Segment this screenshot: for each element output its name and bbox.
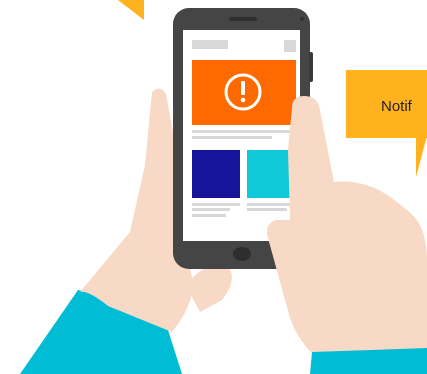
text-placeholder-line <box>247 208 287 211</box>
screen-header-bar <box>192 40 228 49</box>
left-thumb <box>186 264 232 312</box>
text-placeholder-line <box>247 203 296 206</box>
right-sleeve <box>310 348 427 374</box>
phone-side-button <box>309 52 313 82</box>
notification-speech-bubble <box>346 70 427 177</box>
speech-bubble-tail <box>416 136 427 177</box>
text-placeholder-line <box>192 203 240 206</box>
screen-menu-square <box>284 40 296 52</box>
phone-speaker <box>229 17 257 21</box>
top-speech-bubble-tail <box>118 0 144 20</box>
text-placeholder-line <box>192 136 272 139</box>
smartphone-notification-illustration <box>20 0 427 374</box>
text-placeholder-line <box>192 208 230 211</box>
text-placeholder-line <box>192 214 226 217</box>
phone-home-button <box>233 247 251 261</box>
notification-label: Notif <box>381 98 412 115</box>
navy-tile <box>192 150 240 198</box>
text-placeholder-line <box>192 130 296 133</box>
phone-camera <box>300 17 304 21</box>
